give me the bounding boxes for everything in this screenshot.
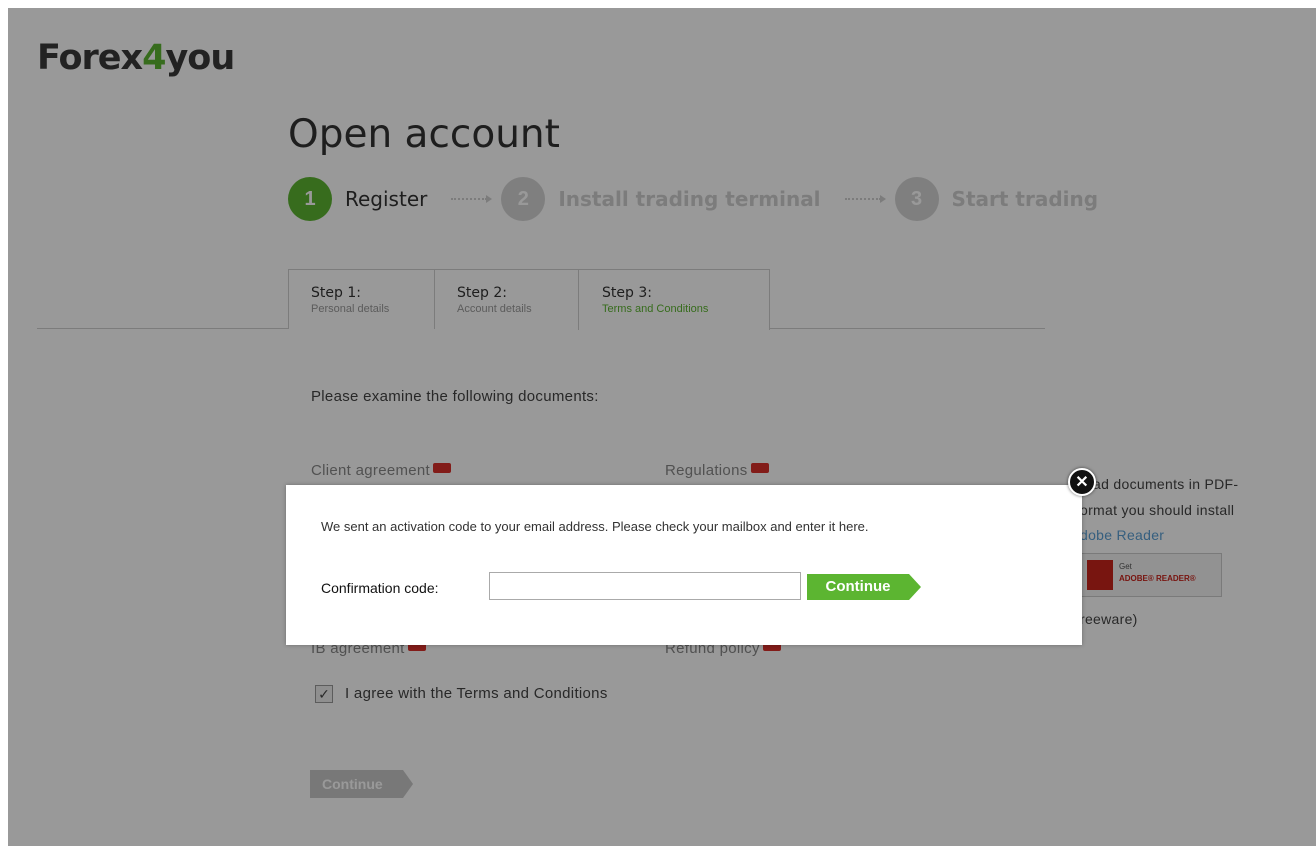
activation-message: We sent an activation code to your email… (321, 519, 869, 534)
modal-overlay (8, 8, 1316, 846)
confirmation-code-label: Confirmation code: (321, 580, 439, 596)
confirmation-code-input[interactable] (489, 572, 801, 600)
confirmation-dialog: We sent an activation code to your email… (286, 485, 1082, 645)
modal-continue-button[interactable]: Continue (807, 574, 921, 600)
close-icon[interactable]: ✕ (1068, 468, 1096, 496)
